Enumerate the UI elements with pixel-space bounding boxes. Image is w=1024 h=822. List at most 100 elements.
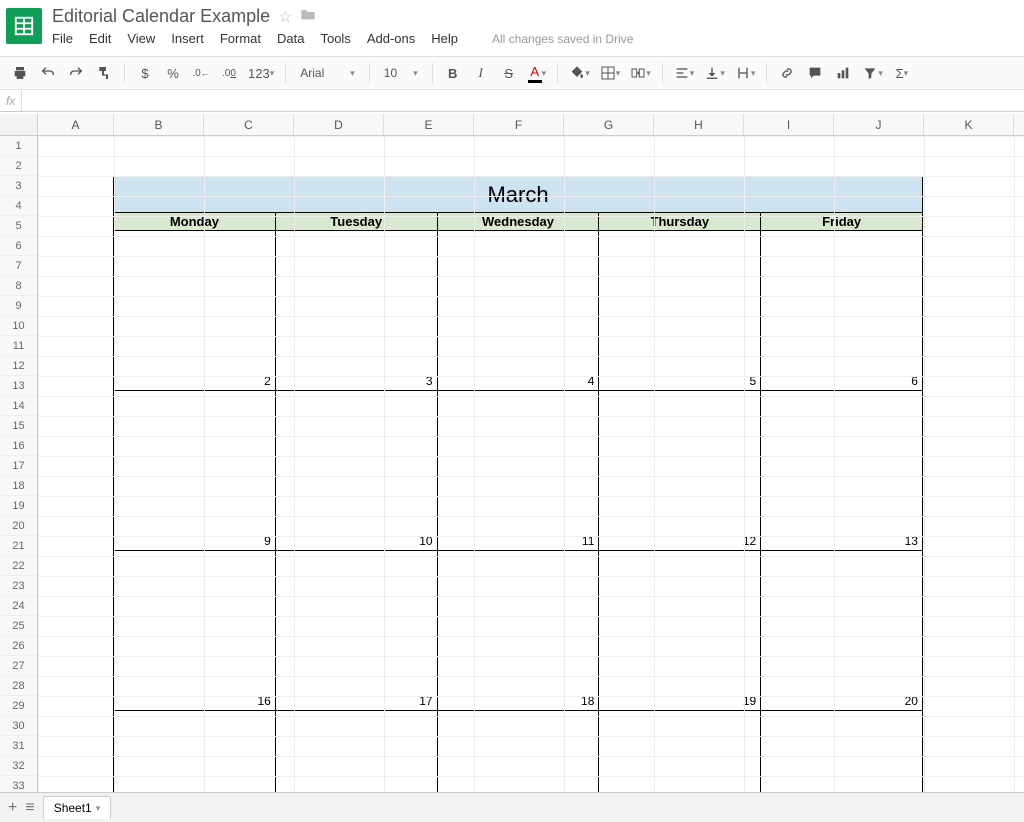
- calendar-cell[interactable]: 10: [276, 391, 438, 550]
- calendar-cell[interactable]: 4: [438, 231, 600, 390]
- calendar-cell[interactable]: 19: [599, 551, 761, 710]
- row-header[interactable]: 23: [0, 576, 37, 596]
- fill-color-button[interactable]: ▾: [566, 61, 593, 85]
- column-header[interactable]: I: [744, 114, 834, 135]
- number-format-button[interactable]: 123▾: [245, 61, 277, 85]
- menu-insert[interactable]: Insert: [171, 31, 204, 46]
- redo-icon[interactable]: [64, 61, 88, 85]
- calendar-cell[interactable]: 5: [599, 231, 761, 390]
- document-title[interactable]: Editorial Calendar Example: [52, 6, 270, 27]
- menu-tools[interactable]: Tools: [320, 31, 350, 46]
- row-header[interactable]: 26: [0, 636, 37, 656]
- column-header[interactable]: D: [294, 114, 384, 135]
- row-header[interactable]: 15: [0, 416, 37, 436]
- row-header[interactable]: 11: [0, 336, 37, 356]
- row-header[interactable]: 17: [0, 456, 37, 476]
- italic-button[interactable]: I: [469, 61, 493, 85]
- increase-decimal-button[interactable]: .00: [217, 61, 241, 85]
- column-header[interactable]: A: [38, 114, 114, 135]
- menu-edit[interactable]: Edit: [89, 31, 111, 46]
- functions-icon[interactable]: Σ▾: [890, 61, 914, 85]
- row-header[interactable]: 28: [0, 676, 37, 696]
- calendar-cell[interactable]: [761, 711, 922, 792]
- star-icon[interactable]: ☆: [278, 7, 292, 27]
- row-header[interactable]: 5: [0, 216, 37, 236]
- column-header[interactable]: C: [204, 114, 294, 135]
- formula-input[interactable]: [28, 90, 1024, 111]
- column-header[interactable]: K: [924, 114, 1014, 135]
- format-currency-button[interactable]: $: [133, 61, 157, 85]
- select-all-corner[interactable]: [0, 114, 38, 135]
- text-color-button[interactable]: A▾: [525, 61, 550, 85]
- column-header[interactable]: E: [384, 114, 474, 135]
- print-icon[interactable]: [8, 61, 32, 85]
- calendar-cell[interactable]: [114, 711, 276, 792]
- calendar-cell[interactable]: 9: [114, 391, 276, 550]
- font-size-select[interactable]: 10▾: [378, 66, 424, 80]
- row-header[interactable]: 14: [0, 396, 37, 416]
- insert-link-icon[interactable]: [775, 61, 799, 85]
- calendar-cell[interactable]: 6: [761, 231, 922, 390]
- calendar-cell[interactable]: [599, 711, 761, 792]
- v-align-button[interactable]: ▾: [701, 61, 728, 85]
- font-select[interactable]: Arial▾: [294, 66, 361, 80]
- row-header[interactable]: 30: [0, 716, 37, 736]
- row-header[interactable]: 1: [0, 136, 37, 156]
- calendar-cell[interactable]: 20: [761, 551, 922, 710]
- bold-button[interactable]: B: [441, 61, 465, 85]
- calendar-cell[interactable]: 12: [599, 391, 761, 550]
- calendar-cell[interactable]: 3: [276, 231, 438, 390]
- column-header[interactable]: J: [834, 114, 924, 135]
- cell-grid[interactable]: March MondayTuesdayWednesdayThursdayFrid…: [38, 136, 1024, 792]
- row-header[interactable]: 12: [0, 356, 37, 376]
- row-header[interactable]: 29: [0, 696, 37, 716]
- row-header[interactable]: 4: [0, 196, 37, 216]
- menu-help[interactable]: Help: [431, 31, 458, 46]
- row-header[interactable]: 27: [0, 656, 37, 676]
- row-header[interactable]: 13: [0, 376, 37, 396]
- row-header[interactable]: 7: [0, 256, 37, 276]
- row-header[interactable]: 31: [0, 736, 37, 756]
- borders-button[interactable]: ▾: [597, 61, 624, 85]
- column-header[interactable]: F: [474, 114, 564, 135]
- row-header[interactable]: 16: [0, 436, 37, 456]
- filter-icon[interactable]: ▾: [859, 61, 886, 85]
- calendar-cell[interactable]: 2: [114, 231, 276, 390]
- insert-comment-icon[interactable]: [803, 61, 827, 85]
- row-header[interactable]: 19: [0, 496, 37, 516]
- calendar-cell[interactable]: 11: [438, 391, 600, 550]
- row-header[interactable]: 18: [0, 476, 37, 496]
- calendar-cell[interactable]: 17: [276, 551, 438, 710]
- calendar-cell[interactable]: 13: [761, 391, 922, 550]
- row-header[interactable]: 32: [0, 756, 37, 776]
- row-header[interactable]: 3: [0, 176, 37, 196]
- format-percent-button[interactable]: %: [161, 61, 185, 85]
- paint-format-icon[interactable]: [92, 61, 116, 85]
- column-header[interactable]: B: [114, 114, 204, 135]
- menu-data[interactable]: Data: [277, 31, 304, 46]
- sheets-logo[interactable]: [6, 8, 42, 44]
- row-header[interactable]: 9: [0, 296, 37, 316]
- menu-addons[interactable]: Add-ons: [367, 31, 415, 46]
- row-header[interactable]: 33: [0, 776, 37, 792]
- row-header[interactable]: 10: [0, 316, 37, 336]
- text-wrap-button[interactable]: ▾: [732, 61, 759, 85]
- row-header[interactable]: 24: [0, 596, 37, 616]
- decrease-decimal-button[interactable]: .0←: [189, 61, 213, 85]
- row-header[interactable]: 6: [0, 236, 37, 256]
- insert-chart-icon[interactable]: [831, 61, 855, 85]
- row-header[interactable]: 25: [0, 616, 37, 636]
- menu-view[interactable]: View: [127, 31, 155, 46]
- merge-cells-button[interactable]: ▾: [627, 61, 654, 85]
- column-header[interactable]: H: [654, 114, 744, 135]
- row-header[interactable]: 2: [0, 156, 37, 176]
- strike-button[interactable]: S: [497, 61, 521, 85]
- row-header[interactable]: 20: [0, 516, 37, 536]
- row-header[interactable]: 22: [0, 556, 37, 576]
- calendar-cell[interactable]: [438, 711, 600, 792]
- row-header[interactable]: 8: [0, 276, 37, 296]
- add-sheet-button[interactable]: +: [8, 799, 17, 817]
- all-sheets-button[interactable]: ≡: [25, 799, 34, 817]
- column-header[interactable]: G: [564, 114, 654, 135]
- h-align-button[interactable]: ▾: [671, 61, 698, 85]
